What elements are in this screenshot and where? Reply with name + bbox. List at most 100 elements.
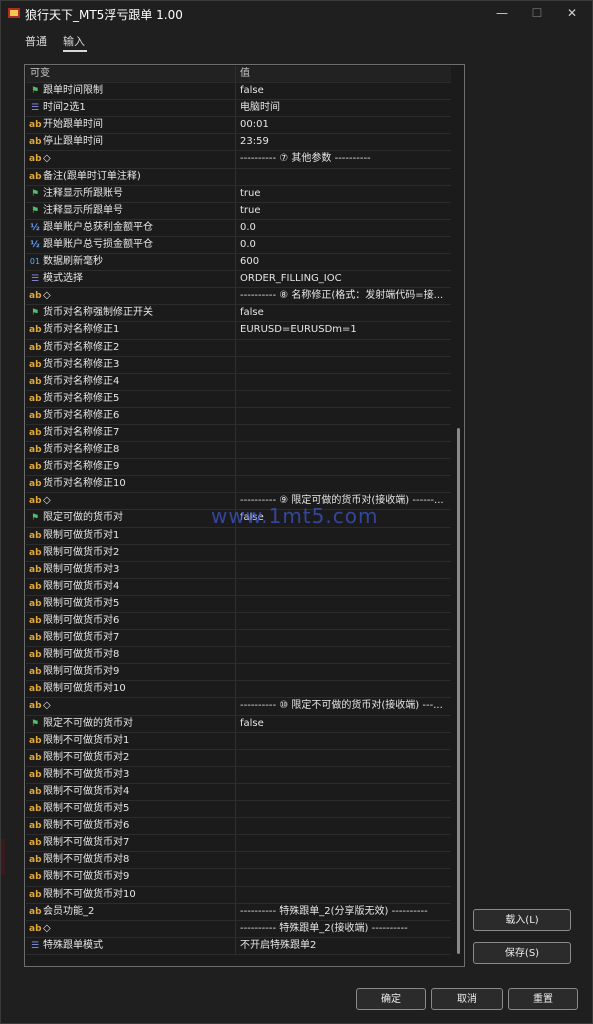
parameter-value-cell[interactable]: 不开启特殊跟单2	[238, 938, 451, 954]
parameter-row[interactable]: ab ◇ ---------- ⑧ 名称修正(格式：发射端代码=接...	[26, 288, 451, 306]
parameter-value-cell[interactable]	[238, 391, 451, 407]
parameter-row[interactable]: ab 会员功能_2 ---------- 特殊跟单_2(分享版无效) -------…	[26, 903, 451, 921]
parameter-row[interactable]: ab 限制可做货币对8	[26, 647, 451, 665]
minimize-button[interactable]: —	[485, 1, 519, 25]
parameter-value-cell[interactable]	[238, 647, 451, 663]
parameter-value-cell[interactable]	[238, 408, 451, 424]
scrollbar-thumb[interactable]	[457, 428, 460, 954]
parameter-row[interactable]: ab 限制可做货币对10	[26, 681, 451, 699]
parameter-value-cell[interactable]: false	[238, 716, 451, 732]
parameter-value-cell[interactable]	[238, 340, 451, 356]
maximize-button[interactable]: ☐	[520, 1, 554, 25]
parameter-row[interactable]: ab 货币对名称修正8	[26, 442, 451, 460]
parameter-row[interactable]: ab 货币对名称修正2	[26, 339, 451, 357]
parameter-row[interactable]: ab ◇ ---------- ⑦ 其他参数 ----------	[26, 151, 451, 169]
vertical-scrollbar[interactable]	[453, 66, 464, 966]
parameter-row[interactable]: ab 限制不可做货币对3	[26, 766, 451, 784]
parameter-value-cell[interactable]	[238, 545, 451, 561]
parameter-row[interactable]: ☰ 模式选择 ORDER_FILLING_IOC	[26, 271, 451, 289]
save-button[interactable]: 保存(S)	[473, 942, 571, 964]
parameter-value-cell[interactable]	[238, 869, 451, 885]
parameter-row[interactable]: ab 限制可做货币对9	[26, 664, 451, 682]
parameter-row[interactable]: ab 货币对名称修正5	[26, 390, 451, 408]
parameter-row[interactable]: ab 货币对名称修正1 EURUSD=EURUSDm=1	[26, 322, 451, 340]
parameter-row[interactable]: ab 货币对名称修正9	[26, 459, 451, 477]
parameter-value-cell[interactable]	[238, 664, 451, 680]
parameter-row[interactable]: ☰ 时间2选1 电脑时间	[26, 100, 451, 118]
parameter-row[interactable]: ab 限制不可做货币对9	[26, 869, 451, 887]
parameter-value-cell[interactable]: EURUSD=EURUSDm=1	[238, 322, 451, 338]
close-button[interactable]: ✕	[555, 1, 589, 25]
parameter-row[interactable]: ⚑ 限定不可做的货币对 false	[26, 715, 451, 733]
parameter-value-cell[interactable]: 0.0	[238, 220, 451, 236]
parameter-row[interactable]: ab 限制不可做货币对10	[26, 886, 451, 904]
parameter-value-cell[interactable]: ---------- ⑧ 名称修正(格式：发射端代码=接...	[238, 288, 451, 304]
column-header-variable[interactable]: 可变	[26, 66, 236, 83]
parameter-value-cell[interactable]: ---------- 特殊跟单_2(接收端) ----------	[238, 921, 451, 937]
parameter-value-cell[interactable]	[238, 818, 451, 834]
parameter-row[interactable]: ⚑ 跟单时间限制 false	[26, 83, 451, 101]
parameter-value-cell[interactable]	[238, 852, 451, 868]
parameter-row[interactable]: ⚑ 注释显示所跟单号 true	[26, 202, 451, 220]
parameter-row[interactable]: ab 限制可做货币对1	[26, 527, 451, 545]
parameter-row[interactable]: ab 限制可做货币对3	[26, 561, 451, 579]
parameter-value-cell[interactable]: ---------- 特殊跟单_2(分享版无效) ----------	[238, 904, 451, 920]
cancel-button[interactable]: 取消	[431, 988, 503, 1010]
tab-common[interactable]: 普通	[25, 33, 47, 49]
parameter-value-cell[interactable]	[238, 528, 451, 544]
parameter-row[interactable]: ab 开始跟单时间 00:01	[26, 117, 451, 135]
parameter-row[interactable]: ab 货币对名称修正10	[26, 476, 451, 494]
parameter-row[interactable]: ab 货币对名称修正3	[26, 356, 451, 374]
parameter-row[interactable]: ab 限制可做货币对7	[26, 630, 451, 648]
parameter-value-cell[interactable]	[238, 596, 451, 612]
parameter-row[interactable]: ½ 跟单账户总获利金额平仓 0.0	[26, 219, 451, 237]
parameter-row[interactable]: ab 停止跟单时间 23:59	[26, 134, 451, 152]
parameter-row[interactable]: ☰ 特殊跟单模式 不开启特殊跟单2	[26, 937, 451, 955]
parameter-value-cell[interactable]	[238, 887, 451, 903]
parameter-value-cell[interactable]	[238, 374, 451, 390]
load-button[interactable]: 载入(L)	[473, 909, 571, 931]
parameter-row[interactable]: ½ 跟单账户总亏损金额平仓 0.0	[26, 236, 451, 255]
parameter-value-cell[interactable]	[238, 750, 451, 766]
parameter-value-cell[interactable]: 电脑时间	[238, 100, 451, 116]
parameter-value-cell[interactable]: ---------- ⑦ 其他参数 ----------	[238, 151, 451, 167]
parameter-row[interactable]: ab 限制不可做货币对6	[26, 818, 451, 836]
parameter-row[interactable]: ab 货币对名称修正4	[26, 373, 451, 391]
parameter-value-cell[interactable]: 0.0	[238, 237, 451, 253]
parameter-row[interactable]: ab 限制不可做货币对5	[26, 801, 451, 819]
parameter-value-cell[interactable]: 23:59	[238, 134, 451, 150]
ok-button[interactable]: 确定	[356, 988, 426, 1010]
parameter-value-cell[interactable]	[238, 630, 451, 646]
parameter-row[interactable]: ab 货币对名称修正6	[26, 407, 451, 425]
parameter-row[interactable]: ab 限制可做货币对6	[26, 613, 451, 631]
parameter-value-cell[interactable]	[238, 562, 451, 578]
parameter-row[interactable]: ⚑ 货币对名称强制修正开关 false	[26, 305, 451, 323]
parameter-row[interactable]: ⚑ 注释显示所跟账号 true	[26, 185, 451, 203]
parameter-value-cell[interactable]	[238, 733, 451, 749]
parameter-row[interactable]: ab ◇ ---------- ⑩ 限定不可做的货币对(接收端) ---...	[26, 698, 451, 716]
parameter-value-cell[interactable]	[238, 613, 451, 629]
parameter-value-cell[interactable]	[238, 801, 451, 817]
parameter-row[interactable]: ab 限制不可做货币对8	[26, 852, 451, 870]
parameter-value-cell[interactable]	[238, 425, 451, 441]
parameter-value-cell[interactable]: 00:01	[238, 117, 451, 133]
parameter-row[interactable]: ab 限制可做货币对4	[26, 578, 451, 596]
parameter-value-cell[interactable]	[238, 681, 451, 697]
column-header-value[interactable]: 值	[238, 66, 451, 82]
parameter-row[interactable]: ab 备注(跟单时订单注释)	[26, 168, 451, 186]
reset-button[interactable]: 重置	[508, 988, 578, 1010]
parameter-row[interactable]: ab 限制不可做货币对4	[26, 783, 451, 802]
parameter-row[interactable]: ab ◇ ---------- 特殊跟单_2(接收端) ----------	[26, 920, 451, 938]
parameter-row[interactable]: 01 数据刷新毫秒 600	[26, 254, 451, 272]
parameter-row[interactable]: ab 货币对名称修正7	[26, 424, 451, 443]
parameter-value-cell[interactable]	[238, 784, 451, 800]
parameter-value-cell[interactable]	[238, 442, 451, 458]
parameter-value-cell[interactable]	[238, 476, 451, 492]
parameter-value-cell[interactable]	[238, 835, 451, 851]
parameter-value-cell[interactable]	[238, 169, 451, 185]
parameter-value-cell[interactable]: false	[238, 305, 451, 321]
parameter-value-cell[interactable]: ---------- ⑩ 限定不可做的货币对(接收端) ---...	[238, 698, 451, 714]
parameter-row[interactable]: ab 限制可做货币对5	[26, 595, 451, 613]
parameter-value-cell[interactable]	[238, 767, 451, 783]
parameter-value-cell[interactable]	[238, 579, 451, 595]
